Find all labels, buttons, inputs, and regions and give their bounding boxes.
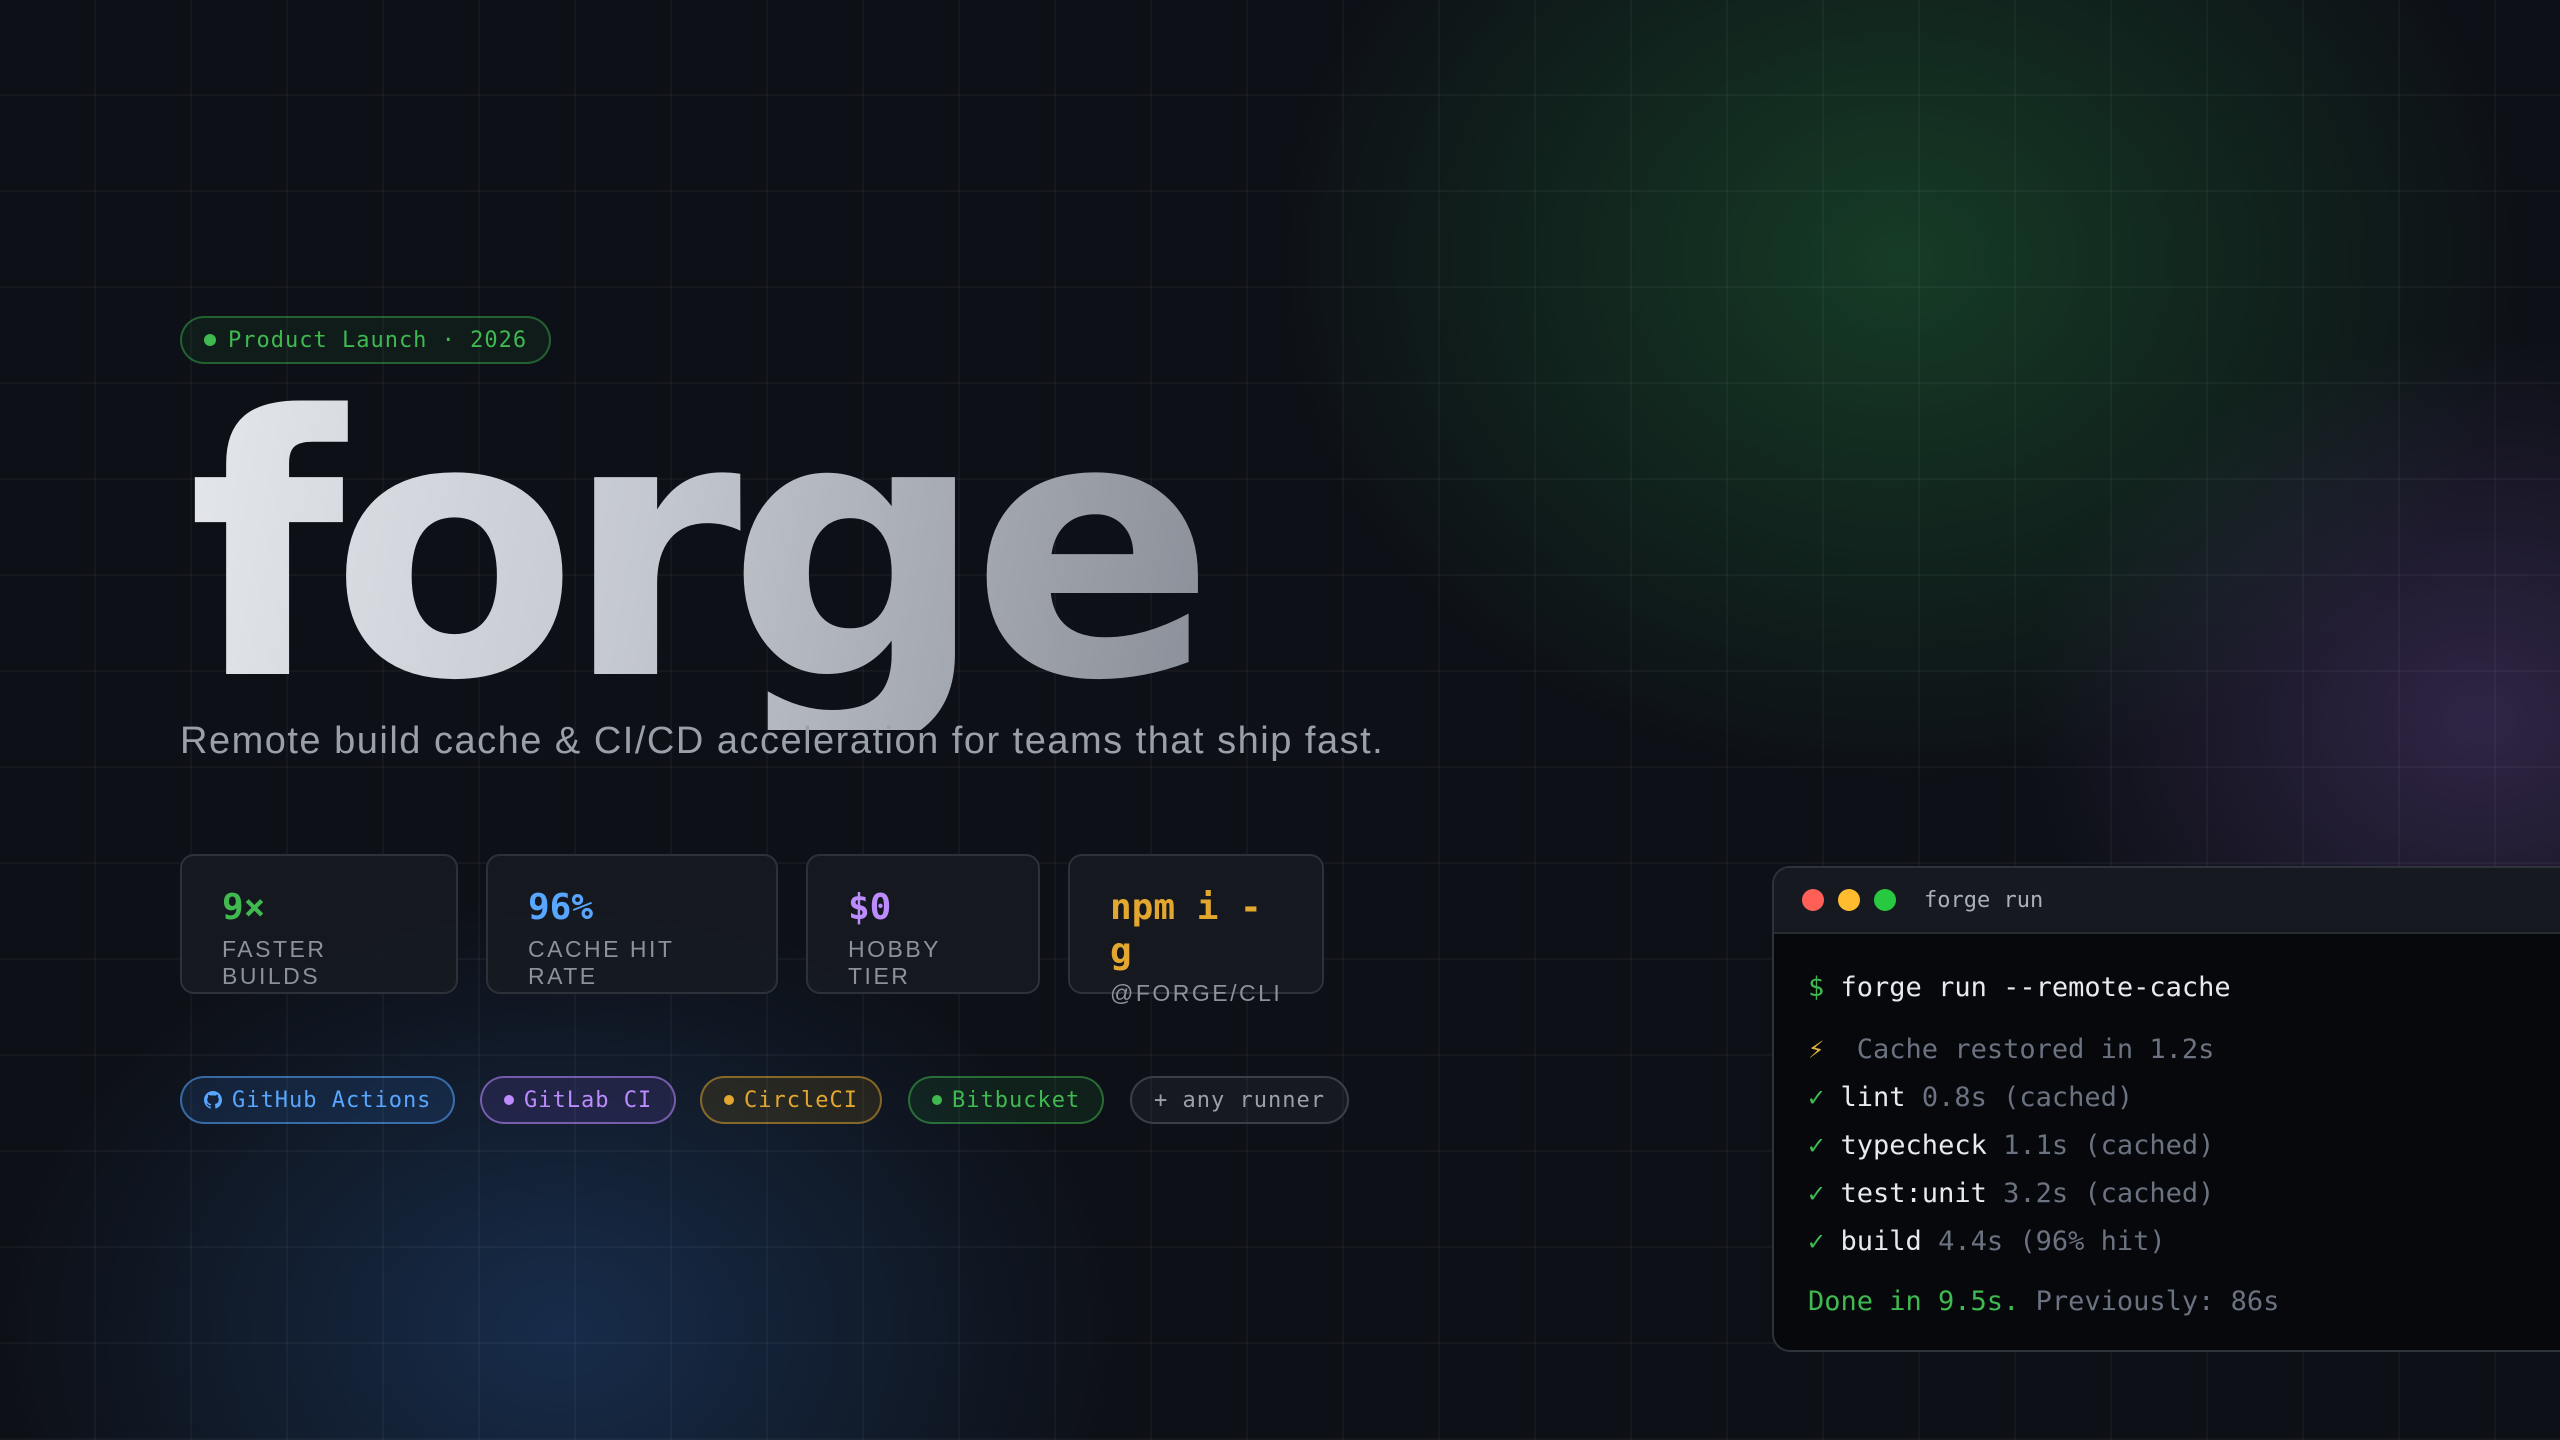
- integration-chip-github[interactable]: GitHub Actions: [180, 1076, 456, 1124]
- task-line: ✓ lint 0.8s (cached): [1808, 1074, 2556, 1122]
- stat-value: $0: [848, 887, 892, 928]
- stat-label: Cache hit rate: [528, 936, 675, 989]
- dot-icon: [724, 1095, 734, 1105]
- stat-label: Faster builds: [222, 936, 327, 989]
- stat-value: npm i -g: [1110, 887, 1262, 972]
- launch-banner: Product Launch · 2026 forge Remote build…: [0, 0, 2560, 1440]
- check-icon: ✓: [1808, 1178, 1825, 1209]
- summary-line: Done in 9.5s. Previously: 86s: [1808, 1278, 2556, 1326]
- github-icon: [204, 1091, 222, 1109]
- terminal-window: forge run $ forge run --remote-cache ⚡ C…: [1772, 866, 2560, 1352]
- command-line: $ forge run --remote-cache: [1808, 964, 2556, 1012]
- dot-icon: [504, 1095, 514, 1105]
- stat-card-install: npm i -g @forge/cli: [1068, 854, 1324, 1006]
- cache-status-line: ⚡ Cache restored in 1.2s: [1808, 1026, 2556, 1074]
- integration-label: GitHub Actions: [232, 1087, 432, 1113]
- minimize-window-icon[interactable]: [1838, 889, 1860, 911]
- integration-label: GitLab CI: [524, 1087, 653, 1113]
- integration-chip-any-runner[interactable]: + any runner: [1130, 1076, 1349, 1124]
- integration-chip-circleci[interactable]: CircleCI: [700, 1076, 882, 1124]
- integration-chip-gitlab[interactable]: GitLab CI: [480, 1076, 677, 1124]
- check-icon: ✓: [1808, 1082, 1825, 1113]
- terminal-output: $ forge run --remote-cache ⚡ Cache resto…: [1774, 934, 2560, 1350]
- terminal-title-bar: forge run: [1774, 868, 2560, 934]
- task-detail: 0.8s (cached): [1921, 1082, 2134, 1113]
- check-icon: ✓: [1808, 1130, 1825, 1161]
- command-text: forge run --remote-cache: [1840, 972, 2231, 1003]
- tagline: Remote build cache & CI/CD acceleration …: [180, 720, 1385, 762]
- integration-label: Bitbucket: [952, 1087, 1081, 1113]
- lightning-icon: ⚡: [1808, 1034, 1825, 1065]
- integration-label: + any runner: [1154, 1087, 1325, 1113]
- done-text: Done in 9.5s.: [1808, 1286, 2020, 1317]
- task-name: test:unit: [1840, 1178, 1987, 1209]
- cache-status-text: Cache restored in 1.2s: [1856, 1034, 2215, 1065]
- task-name: typecheck: [1840, 1130, 1987, 1161]
- task-detail: 1.1s (cached): [2003, 1130, 2215, 1161]
- task-line: ✓ typecheck 1.1s (cached): [1808, 1122, 2556, 1170]
- task-line: ✓ build 4.4s (96% hit): [1808, 1218, 2556, 1266]
- integration-label: CircleCI: [744, 1087, 858, 1113]
- previous-time-text: Previously: 86s: [2035, 1286, 2280, 1317]
- stat-value: 9×: [222, 887, 266, 928]
- stat-value: 96%: [528, 887, 594, 928]
- stat-card-speed: 9× Faster builds: [180, 854, 458, 994]
- task-detail: 3.2s (cached): [2003, 1178, 2215, 1209]
- task-name: lint: [1840, 1082, 1906, 1113]
- close-window-icon[interactable]: [1802, 889, 1824, 911]
- stat-label: @forge/cli: [1110, 980, 1283, 1006]
- check-icon: ✓: [1808, 1226, 1825, 1257]
- terminal-title: forge run: [1924, 887, 2044, 913]
- product-wordmark: forge: [188, 340, 1215, 759]
- maximize-window-icon[interactable]: [1874, 889, 1896, 911]
- stat-card-pricing: $0 Hobby tier: [806, 854, 1040, 994]
- stat-card-cache: 96% Cache hit rate: [486, 854, 778, 994]
- task-line: ✓ test:unit 3.2s (cached): [1808, 1170, 2556, 1218]
- task-detail: 4.4s (96% hit): [1938, 1226, 2166, 1257]
- prompt-symbol: $: [1808, 972, 1825, 1003]
- stat-label: Hobby tier: [848, 936, 941, 989]
- task-name: build: [1840, 1226, 1922, 1257]
- integration-chip-bitbucket[interactable]: Bitbucket: [908, 1076, 1105, 1124]
- dot-icon: [932, 1095, 942, 1105]
